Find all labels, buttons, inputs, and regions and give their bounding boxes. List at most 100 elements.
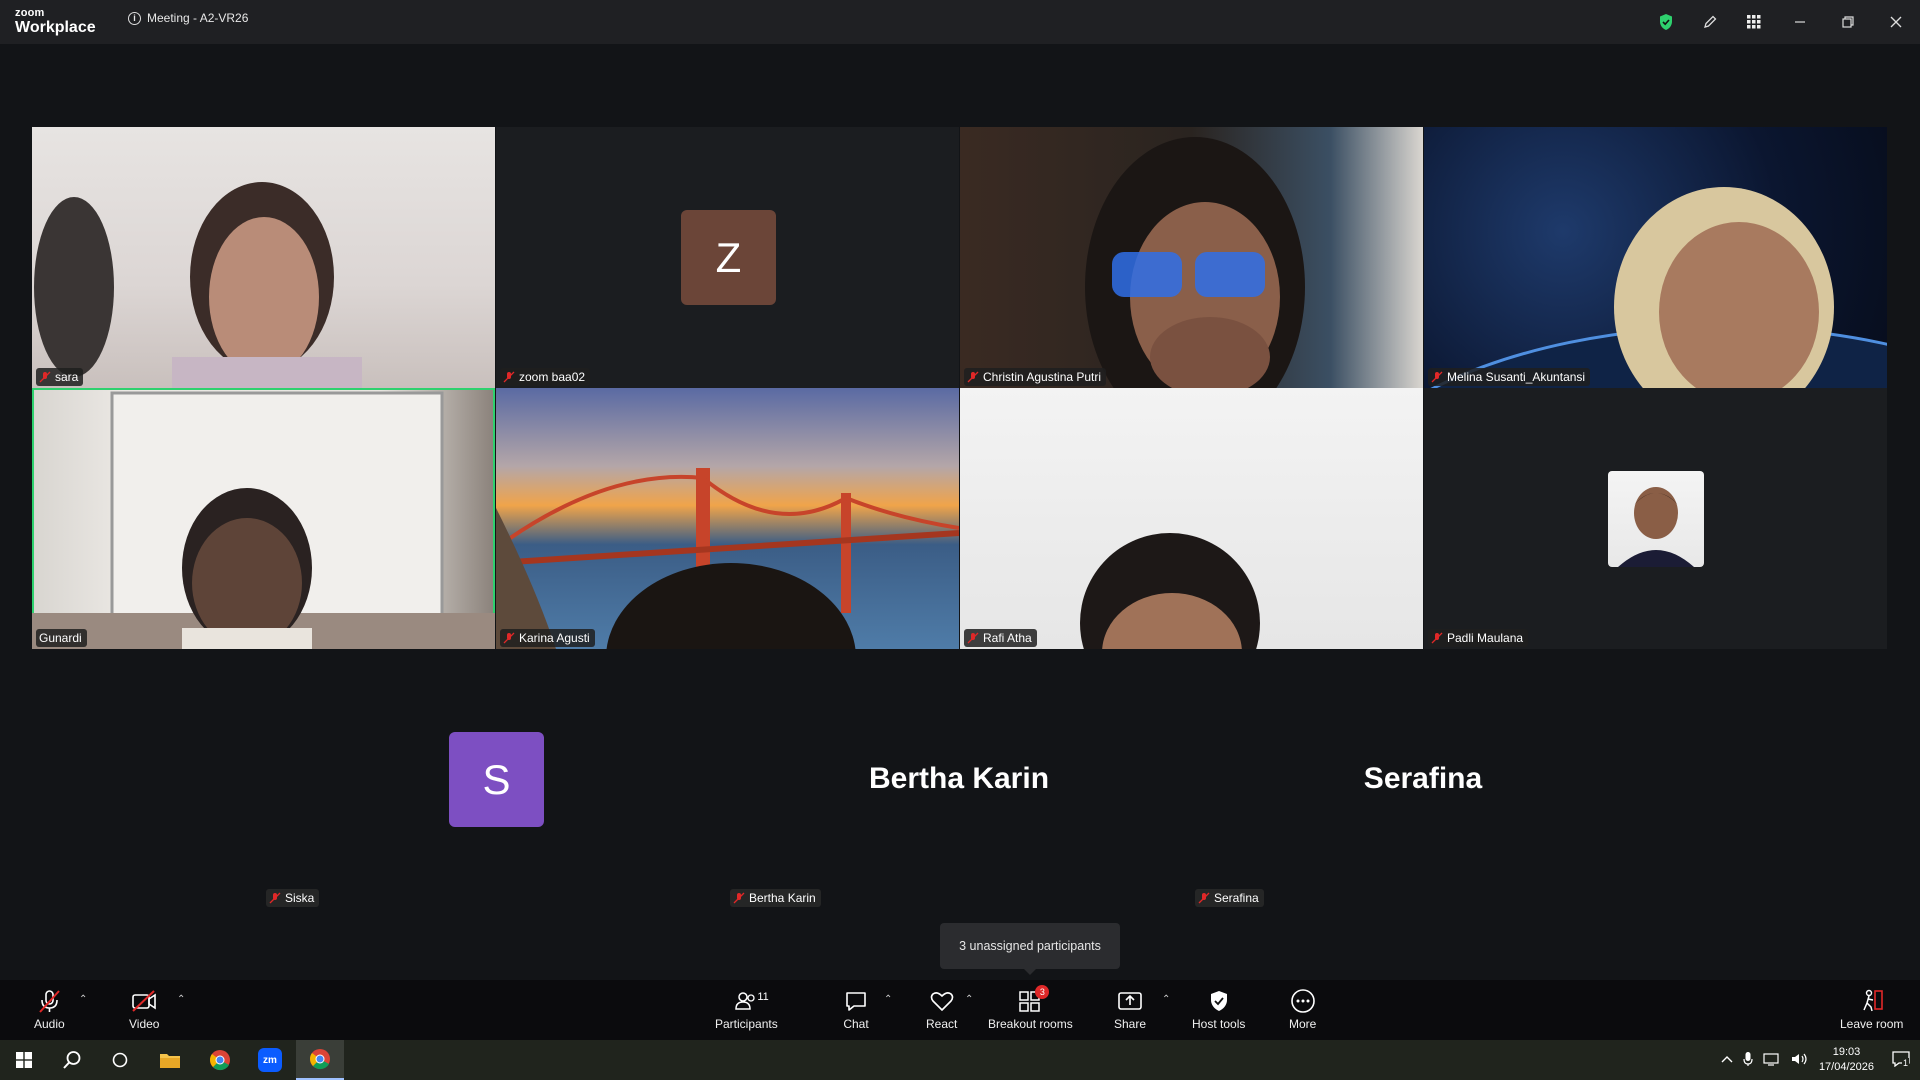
mic-muted-icon [1431,371,1443,383]
host-tools-button[interactable]: Host tools [1192,988,1245,1031]
video-off-icon [130,988,158,1014]
breakout-badge: 3 [1035,985,1050,999]
video-options-caret[interactable]: ⌃ [177,994,185,1005]
clock-date: 17/04/2026 [1818,1061,1874,1073]
participant-name: Serafina [1214,891,1259,905]
participant-name: Bertha Karin [749,891,816,905]
windows-start-icon[interactable] [0,1040,48,1080]
system-tray: 19:03 17/04/2026 1 [1721,1040,1920,1080]
participant-nametag: Gunardi [36,629,87,647]
react-options-caret[interactable]: ⌃ [965,994,973,1005]
chat-button[interactable]: Chat [843,988,869,1031]
notification-icon[interactable]: 1 [1892,1050,1910,1070]
close-icon[interactable] [1872,0,1920,44]
clock-time: 19:03 [1832,1046,1861,1058]
chrome-active-icon[interactable] [296,1040,344,1080]
mic-muted-icon [503,632,515,644]
video-tile-sara[interactable]: sara [32,127,495,388]
breakout-label: Breakout rooms [988,1017,1073,1031]
heart-icon [929,988,955,1014]
more-icon [1290,988,1316,1014]
react-button[interactable]: React [926,988,957,1031]
mic-muted-icon [39,371,51,383]
breakout-tooltip: 3 unassigned participants [940,923,1120,975]
participant-name: Christin Agustina Putri [983,370,1102,384]
participant-nametag: Melina Susanti_Akuntansi [1428,368,1591,386]
avatar-siska: S [449,732,544,827]
zoom-taskbar-label: zm [258,1048,282,1072]
taskbar-clock[interactable]: 19:03 17/04/2026 [1819,1045,1874,1075]
share-options-caret[interactable]: ⌃ [1162,994,1170,1005]
participant-nametag: sara [36,368,84,386]
participant-nametag: Siska [266,889,320,907]
apps-grid-icon[interactable] [1732,0,1776,44]
participant-nametag: Karina Agusti [500,629,595,647]
microphone-icon[interactable] [1743,1051,1753,1070]
notification-count: 1 [1902,1057,1910,1068]
mic-muted-icon [967,371,979,383]
video-tile-christin[interactable]: Christin Agustina Putri [960,127,1423,388]
participant-nametag: Bertha Karin [730,889,821,907]
task-view-icon[interactable] [96,1040,144,1080]
meeting-title: Meeting - A2-VR26 [147,11,249,25]
video-tile-zoom-baa02[interactable]: Z zoom baa02 [496,127,959,388]
participant-name: Padli Maulana [1447,631,1524,645]
participant-video [32,391,495,649]
info-icon: i [128,11,141,25]
participant-video [1085,137,1305,388]
participant-nametag: Christin Agustina Putri [964,368,1107,386]
video-tile-karina[interactable]: Karina Agusti [496,388,959,649]
more-button[interactable]: More [1289,988,1316,1031]
avatar [1608,471,1704,567]
participant-nametag: zoom baa02 [500,368,591,386]
breakout-rooms-button[interactable]: 3 Breakout rooms [988,985,1073,1031]
host-tools-label: Host tools [1192,1017,1246,1031]
video-label: Video [129,1017,160,1031]
audio-options-caret[interactable]: ⌃ [79,994,87,1005]
chrome-icon[interactable] [196,1040,244,1080]
video-tile-rafi[interactable]: Rafi Atha [960,388,1423,649]
meeting-info[interactable]: i Meeting - A2-VR26 [128,11,248,25]
participants-icon: 11 [733,988,769,1014]
chat-options-caret[interactable]: ⌃ [884,994,892,1005]
participant-nametag: Padli Maulana [1428,629,1529,647]
audio-button[interactable]: Audio [34,988,65,1031]
video-tile-melina[interactable]: Melina Susanti_Akuntansi [1424,127,1887,388]
chevron-up-icon[interactable] [1721,1054,1733,1067]
minimize-icon[interactable] [1776,0,1824,44]
zoom-workplace-logo: zoom Workplace [15,8,96,36]
react-label: React [926,1017,958,1031]
share-screen-icon [1116,988,1144,1014]
participant-nametag: Serafina [1195,889,1264,907]
mic-muted-icon [36,988,62,1014]
brand-big: Workplace [15,19,96,36]
search-icon[interactable] [48,1040,96,1080]
zoom-taskbar-icon[interactable]: zm [246,1040,294,1080]
volume-icon[interactable] [1791,1052,1809,1069]
network-icon[interactable] [1763,1052,1781,1069]
mic-muted-icon [1431,632,1443,644]
participant-name: Gunardi [39,631,82,645]
participant-display-name: Bertha Karin [868,762,1050,795]
chat-icon [843,988,869,1014]
file-explorer-icon[interactable] [146,1040,194,1080]
video-gallery: sara Z zoom baa02 Christin Agustina Putr… [0,44,1920,980]
participant-nametag: Rafi Atha [964,629,1037,647]
participant-name: Rafi Atha [983,631,1032,645]
pencil-icon[interactable] [1688,0,1732,44]
shield-icon [1206,988,1232,1014]
mic-muted-icon [967,632,979,644]
mic-muted-icon [503,371,515,383]
video-button[interactable]: Video [129,988,159,1031]
share-button[interactable]: Share [1114,988,1146,1031]
participant-video [34,182,362,388]
title-bar: zoom Workplace i Meeting - A2-VR26 [0,0,1920,44]
participants-button[interactable]: 11 Participants [715,988,778,1031]
breakout-rooms-icon: 3 [1017,985,1050,1014]
restore-icon[interactable] [1824,0,1872,44]
shield-icon[interactable] [1644,0,1688,44]
leave-room-button[interactable]: Leave room [1840,988,1903,1031]
video-tile-gunardi[interactable]: Gunardi [32,388,495,649]
video-tile-padli[interactable]: Padli Maulana [1424,388,1887,649]
participant-name: sara [55,370,79,384]
